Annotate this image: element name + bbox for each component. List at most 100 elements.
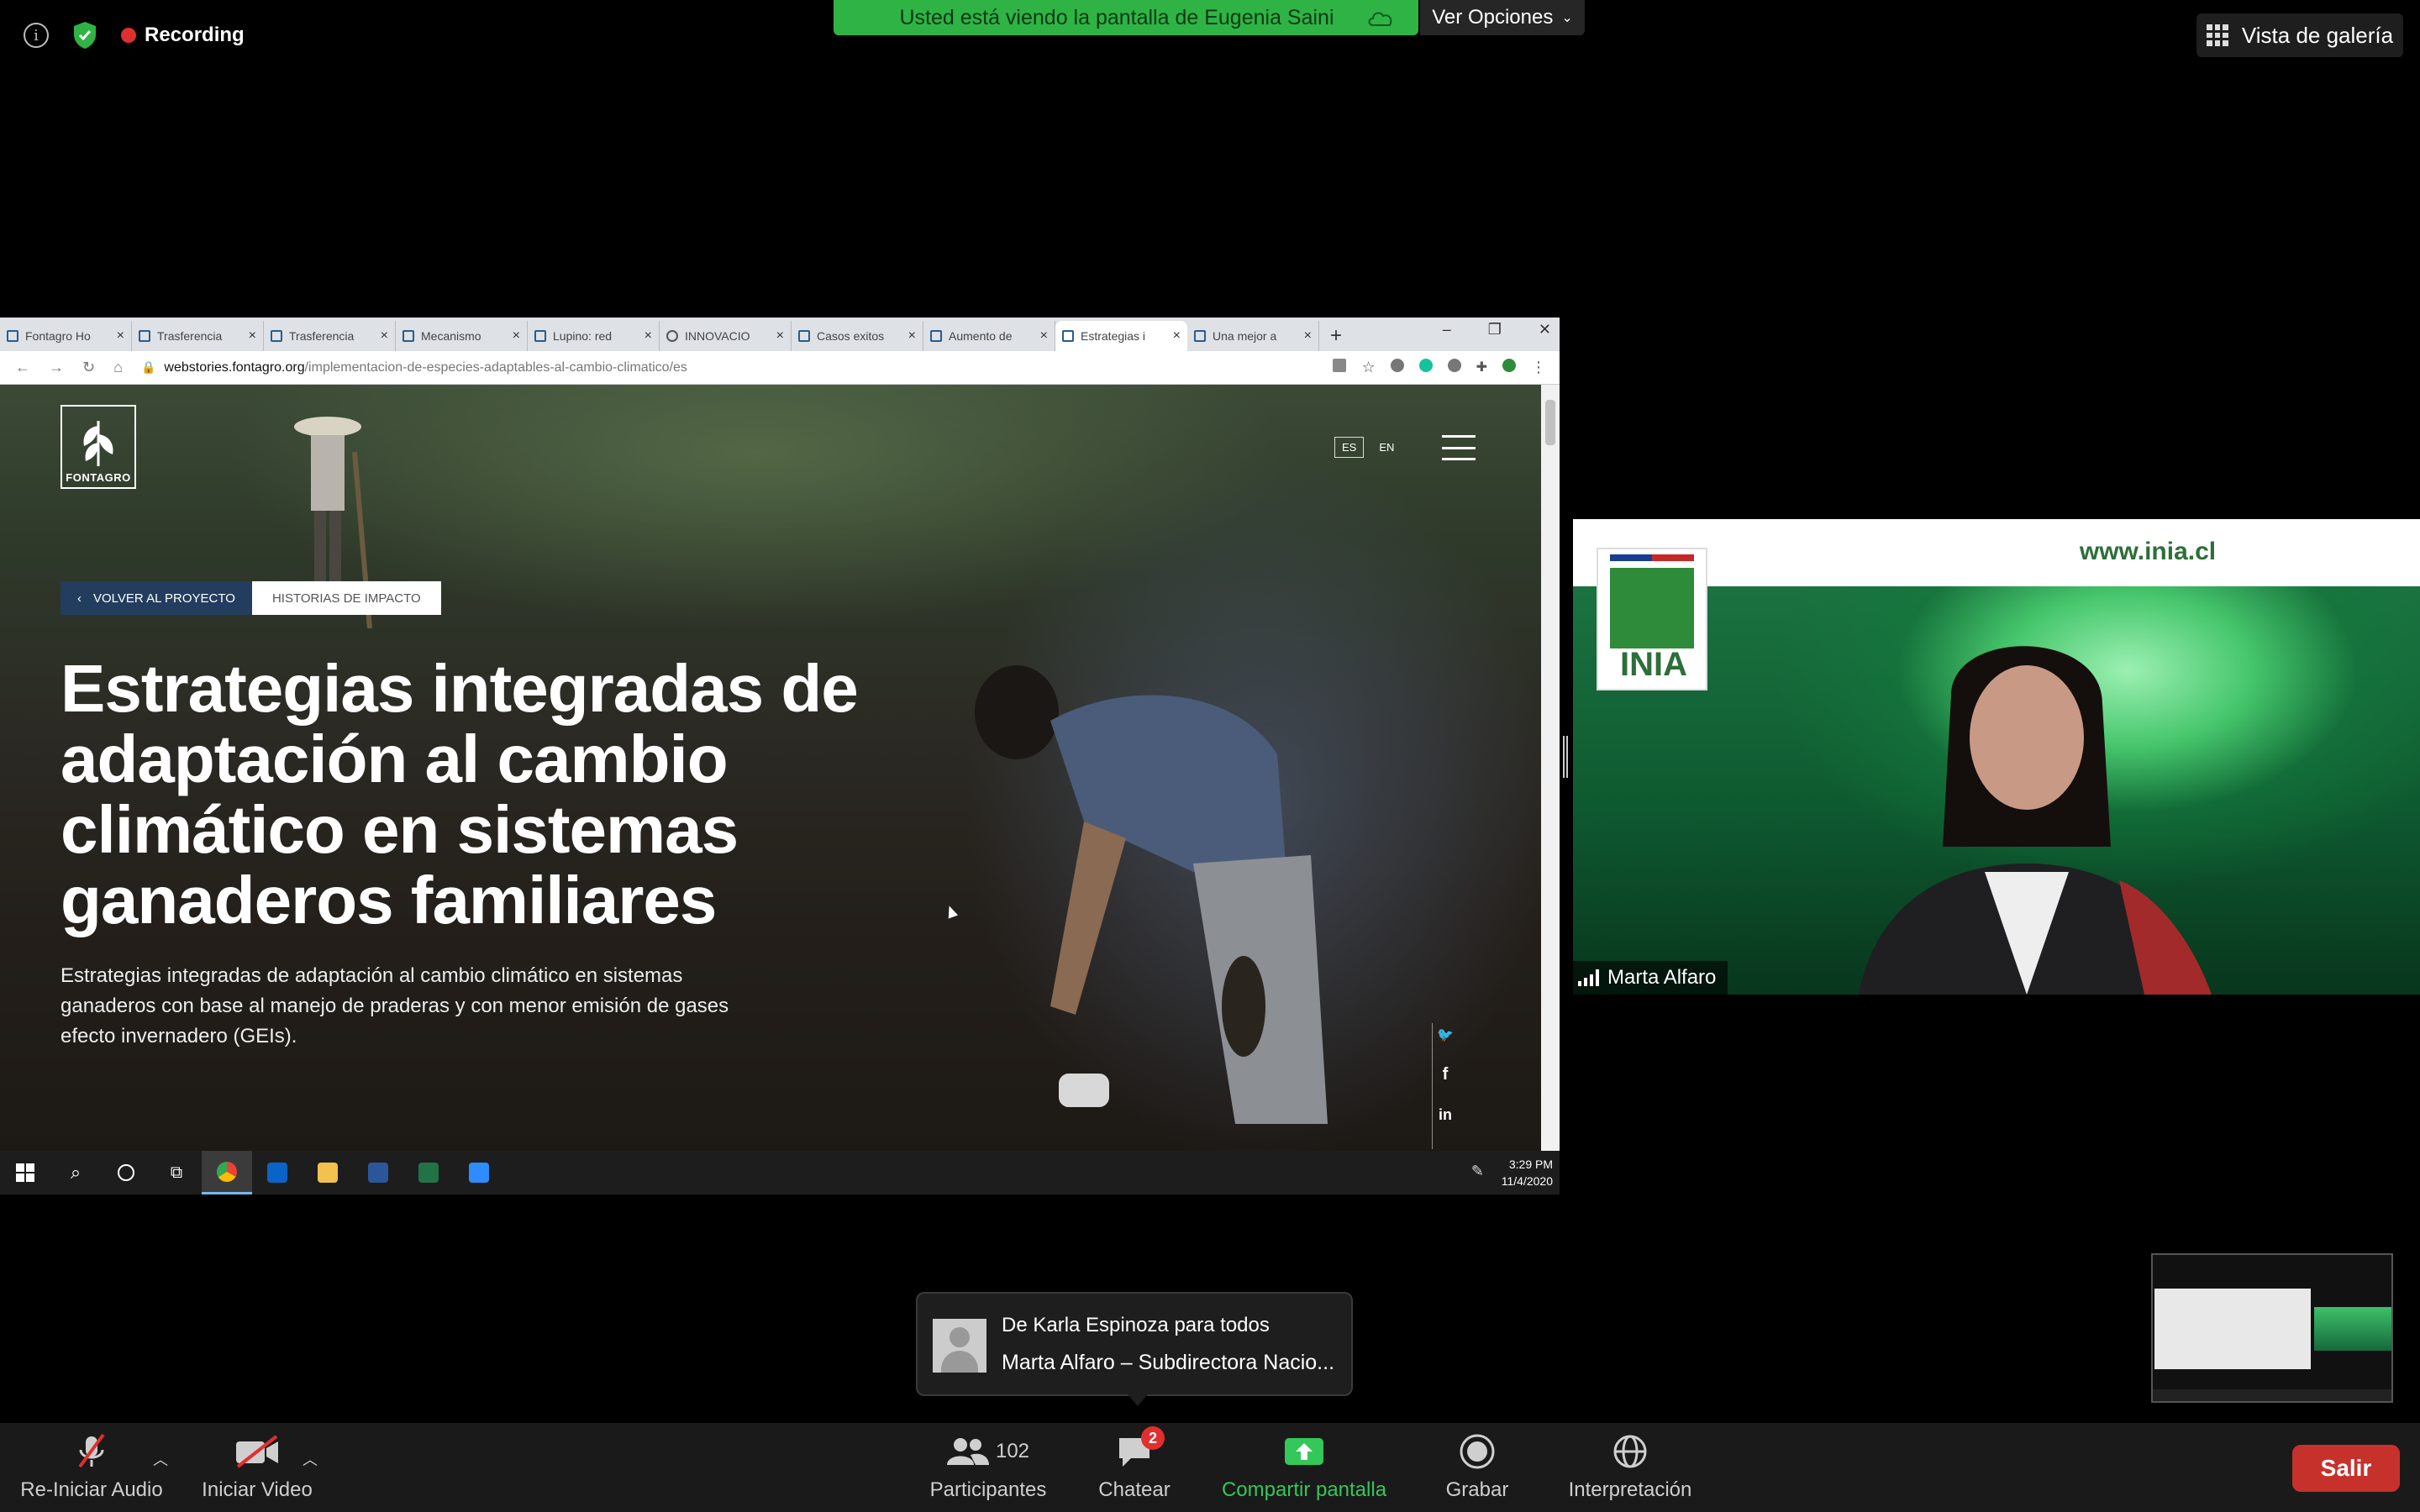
language-switcher: ES EN [1334,437,1394,458]
info-icon[interactable]: i [24,23,49,48]
lang-es-button[interactable]: ES [1334,437,1365,458]
zoom-app-icon[interactable] [454,1151,504,1194]
page-scrollbar[interactable] [1541,385,1560,1151]
outlook-icon[interactable] [252,1151,302,1194]
record-button[interactable]: Grabar [1435,1423,1519,1512]
breadcrumb: ‹ VOLVER AL PROYECTO HISTORIAS DE IMPACT… [60,581,441,615]
pen-icon[interactable]: ✎ [1471,1163,1484,1180]
participants-label: Participantes [929,1478,1047,1501]
tab-title: Aumento de [949,329,1013,343]
page-favicon-icon [139,330,150,342]
participants-button[interactable]: 102 Participantes [916,1423,1060,1512]
task-view-icon[interactable]: ⧉ [151,1151,202,1194]
browser-tab-active[interactable]: Estrategias i × [1055,321,1187,351]
share-screen-icon [1283,1433,1325,1470]
browser-tab[interactable]: Casos exitos × [792,321,923,351]
url-field[interactable]: 🔒 webstories.fontagro.org/implementacion… [141,360,1314,375]
back-arrow-icon[interactable]: ← [15,359,30,376]
inia-symbol-icon [1610,568,1694,648]
browser-tab[interactable]: Fontagro Ho × [0,321,132,351]
close-tab-icon[interactable]: × [908,328,916,344]
word-icon[interactable] [353,1151,403,1194]
chrome-icon[interactable] [202,1151,252,1194]
reload-icon[interactable]: ↻ [82,359,95,376]
close-tab-icon[interactable]: × [117,328,124,344]
view-options-button[interactable]: Ver Opciones ⌄ [1420,0,1585,35]
gallery-view-button[interactable]: Vista de galería [2196,13,2403,57]
home-icon[interactable]: ⌂ [113,359,123,376]
excel-icon[interactable] [403,1151,454,1194]
translate-icon[interactable] [1333,359,1347,372]
close-tab-icon[interactable]: × [249,328,256,344]
extension-icon[interactable] [1390,359,1404,372]
share-screen-button[interactable]: Compartir pantalla [1210,1423,1398,1512]
security-shield-icon[interactable] [72,21,97,50]
participants-icon: 102 [946,1433,1029,1470]
chevron-down-icon: ⌄ [1561,11,1573,25]
meeting-toolbar: Re-Iniciar Audio ︿ Iniciar Video ︿ 102 P… [0,1423,2420,1512]
kebab-menu-icon[interactable]: ⋮ [1531,359,1546,376]
tab-title: Una mejor a [1213,329,1277,343]
browser-tab[interactable]: Lupino: red × [528,321,660,351]
shared-screen[interactable]: Fontagro Ho × Trasferencia × Trasferencia ×… [0,318,1560,1194]
record-icon [1460,1433,1495,1470]
lock-icon: 🔒 [140,360,156,374]
close-tab-icon[interactable]: × [644,328,652,344]
audio-options-caret-icon[interactable]: ︿ [153,1448,168,1470]
close-tab-icon[interactable]: × [381,328,388,344]
taskbar-search-icon[interactable]: ⌕ [50,1151,101,1194]
browser-extensions: ☆ ✚ ⋮ [1333,359,1546,376]
cortana-icon[interactable] [101,1151,151,1194]
browser-tab[interactable]: INNOVACIO × [660,321,792,351]
facebook-icon[interactable]: f [1443,1065,1449,1084]
browser-tab[interactable]: Aumento de × [923,321,1055,351]
close-tab-icon[interactable]: × [1173,328,1181,344]
leave-meeting-button[interactable]: Salir [2292,1445,2400,1492]
close-tab-icon[interactable]: × [776,328,784,344]
meeting-thumbnail-preview[interactable] [2151,1253,2393,1403]
close-window-icon[interactable]: ✕ [1539,321,1551,339]
minimize-icon[interactable]: – [1443,321,1451,339]
twitter-icon[interactable]: 🐦 [1437,1026,1454,1043]
logo-text: FONTAGRO [66,471,131,484]
close-tab-icon[interactable]: × [513,328,520,344]
close-tab-icon[interactable]: × [1304,328,1312,344]
browser-tab[interactable]: Mecanismo × [396,321,528,351]
chat-label: Chatear [1098,1478,1171,1501]
tab-title: Estrategias i [1081,329,1146,343]
fontagro-logo[interactable]: FONTAGRO [60,405,136,489]
speaker-person-figure [1859,646,2212,995]
puzzle-icon[interactable]: ✚ [1476,359,1487,376]
video-options-caret-icon[interactable]: ︿ [302,1448,318,1470]
forward-arrow-icon[interactable]: → [49,359,64,376]
new-tab-button[interactable]: + [1319,321,1353,351]
chat-notification[interactable]: De Karla Espinoza para todos Marta Alfar… [916,1292,1353,1406]
browser-tab[interactable]: Una mejor a × [1187,321,1319,351]
windows-start-icon[interactable] [0,1151,50,1194]
window-controls: – ❐ ✕ [1443,321,1551,339]
profile-avatar-icon[interactable] [1502,359,1516,372]
maximize-icon[interactable]: ❐ [1488,321,1502,339]
record-label: Grabar [1445,1478,1509,1501]
close-tab-icon[interactable]: × [1040,328,1048,344]
browser-tab[interactable]: Trasferencia × [132,321,264,351]
grammarly-icon[interactable] [1418,359,1433,372]
star-icon[interactable]: ☆ [1361,359,1375,376]
split-resize-handle[interactable] [1563,736,1568,778]
chat-button[interactable]: 2 Chatear [1084,1423,1185,1512]
lang-en-button[interactable]: EN [1379,441,1394,454]
scrollbar-thumb[interactable] [1545,400,1555,445]
impact-stories-button[interactable]: HISTORIAS DE IMPACTO [251,581,441,615]
browser-tab[interactable]: Trasferencia × [264,321,396,351]
windows-taskbar: ⌕ ⧉ ✎ 3:29 PM 11/4/2020 [0,1151,1560,1194]
participant-video-tile[interactable]: www.inia.cl INIA Marta Alfaro [1573,519,2420,995]
hamburger-menu-icon[interactable] [1442,435,1476,460]
linkedin-icon[interactable]: in [1439,1106,1452,1124]
back-to-project-button[interactable]: ‹ VOLVER AL PROYECTO [60,581,252,615]
extension-icon[interactable] [1447,359,1461,372]
recording-indicator[interactable]: Recording [121,24,245,47]
unmute-audio-button[interactable]: Re-Iniciar Audio [12,1423,171,1512]
file-explorer-icon[interactable] [302,1151,353,1194]
taskbar-clock[interactable]: 3:29 PM 11/4/2020 [1502,1156,1553,1189]
interpretation-button[interactable]: Interpretación [1555,1423,1706,1512]
